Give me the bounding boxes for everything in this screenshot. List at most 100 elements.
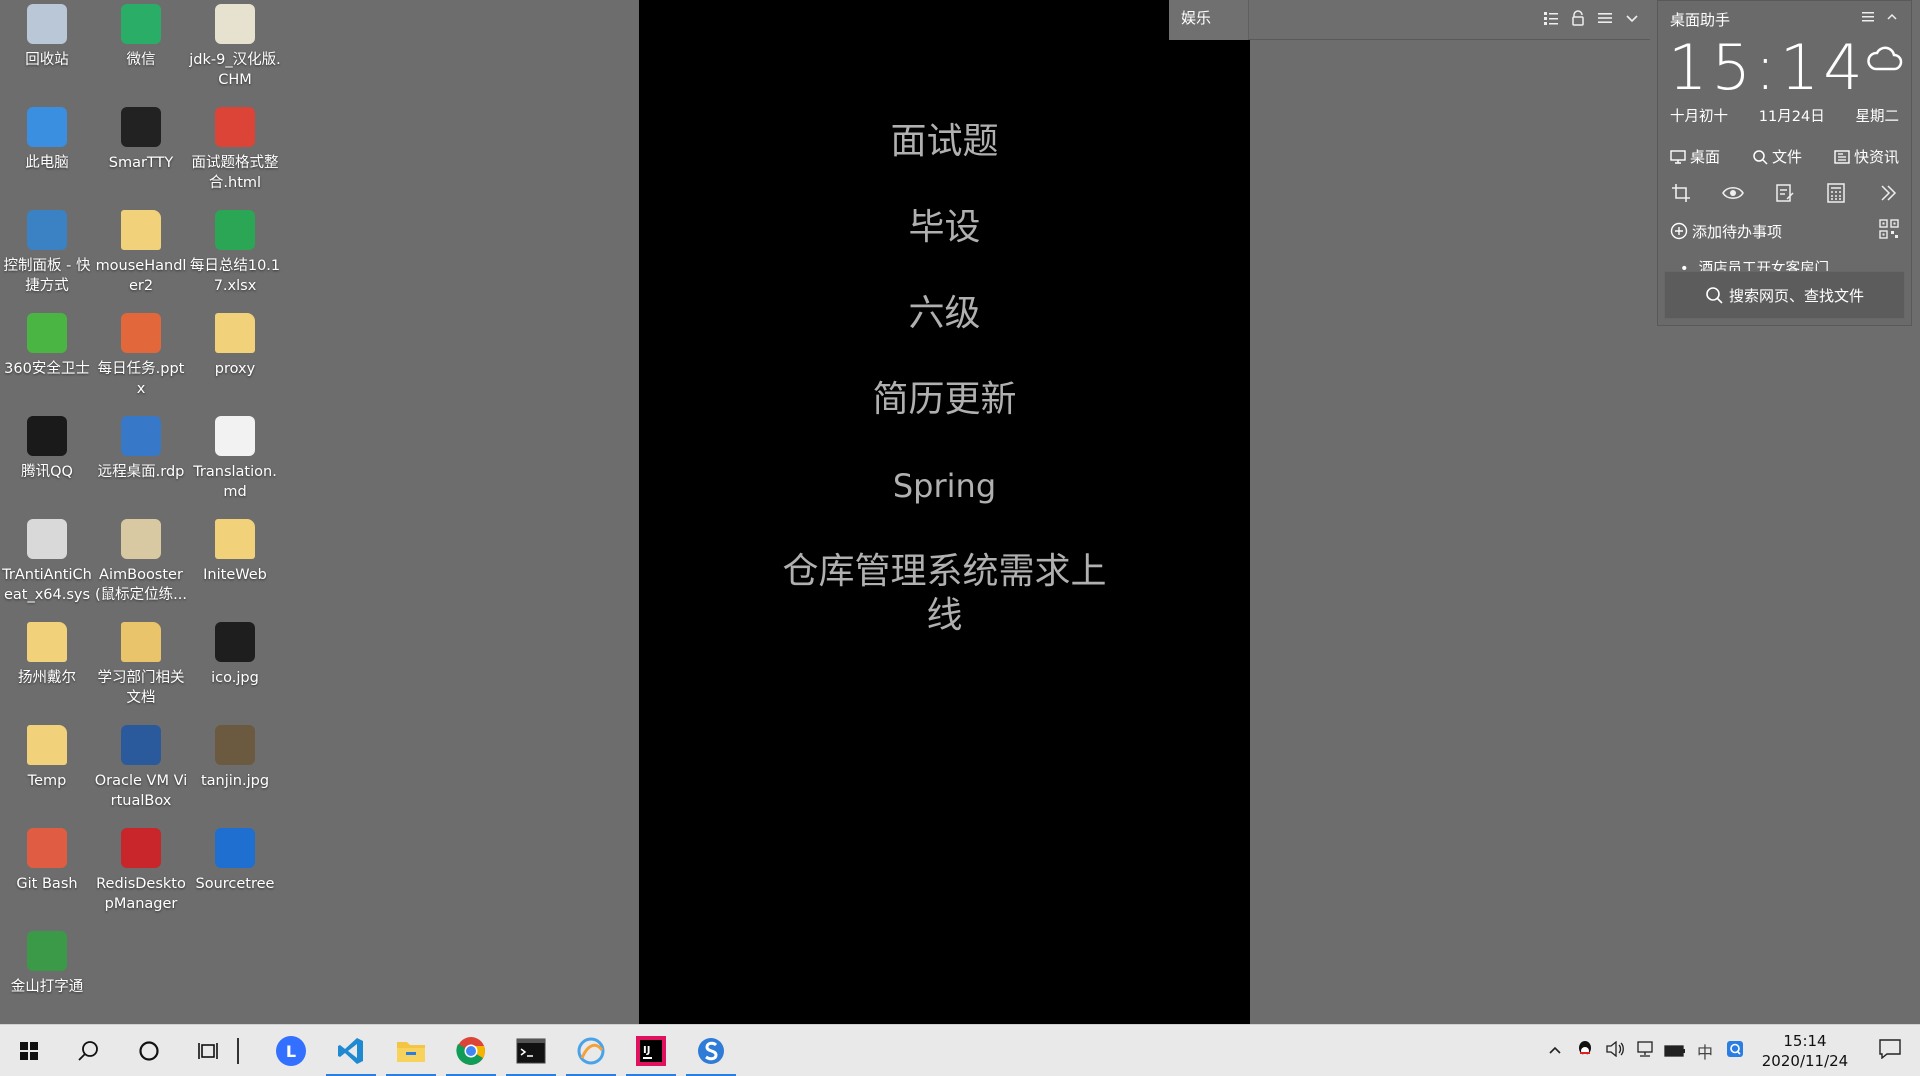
this-pc-icon (27, 107, 67, 147)
desktop-icon[interactable]: tanjin.jpg (188, 721, 282, 821)
desktop-icon[interactable]: AimBooster(鼠标定位练... (94, 515, 188, 615)
battery-icon[interactable] (1660, 1042, 1690, 1061)
app-terminal[interactable] (502, 1025, 560, 1076)
browser-icon (577, 1037, 605, 1065)
monitor-icon (1670, 149, 1686, 164)
qq-tray-icon[interactable] (1570, 1040, 1600, 1062)
app-sogou[interactable] (682, 1025, 740, 1076)
desktop-icon-label: ico.jpg (211, 670, 259, 686)
desktop-icon[interactable]: 金山打字通 (0, 927, 94, 1027)
taskbar-clock[interactable]: 15:14 2020/11/24 (1750, 1031, 1860, 1071)
menu-icon[interactable] (1861, 10, 1875, 28)
list-view-icon[interactable] (1542, 10, 1559, 27)
folder-icon (27, 725, 67, 765)
desktop-icon-label: 学习部门相关文档 (97, 670, 185, 706)
app-intellij[interactable]: IJ (622, 1025, 680, 1076)
ime-indicator[interactable]: 中 (1690, 1039, 1720, 1063)
desktop-icon-label: Git Bash (16, 876, 78, 892)
app-chrome[interactable] (442, 1025, 500, 1076)
desktop-icon[interactable]: 360安全卫士 (0, 309, 94, 409)
app-lark[interactable]: L (262, 1025, 320, 1076)
weather-cloud-icon[interactable] (1866, 43, 1903, 77)
action-center-button[interactable] (1860, 1038, 1920, 1064)
note-item[interactable]: 毕设 (775, 206, 1115, 250)
desktop-icon[interactable]: RedisDesktopManager (94, 824, 188, 924)
chevron-up-icon[interactable] (1885, 10, 1899, 28)
note-item[interactable]: 简历更新 (775, 378, 1115, 422)
add-todo-row[interactable]: 添加待办事项 (1658, 219, 1911, 243)
quick-link-files[interactable]: 文件 (1752, 146, 1802, 167)
entertainment-bar-title[interactable]: 娱乐 (1169, 0, 1249, 40)
task-view-button[interactable] (180, 1025, 238, 1076)
lock-icon[interactable] (1569, 10, 1586, 27)
image-file-icon (215, 622, 255, 662)
desktop-icon[interactable]: 微信 (94, 0, 188, 100)
desktop-icon[interactable]: 学习部门相关文档 (94, 618, 188, 718)
start-button[interactable] (0, 1025, 58, 1076)
desktop-icon[interactable]: TrAntiAntiCheat_x64.sys (0, 515, 94, 615)
network-icon[interactable] (1630, 1041, 1660, 1061)
assistant-search-box[interactable]: 搜索网页、查找文件 (1664, 271, 1905, 319)
chm-help-icon (215, 4, 255, 44)
double-chevron-right-icon[interactable] (1877, 183, 1899, 205)
desktop-icon[interactable]: 控制面板 - 快捷方式 (0, 206, 94, 306)
desktop-icon[interactable]: Translation.md (188, 412, 282, 512)
recycle-bin-icon (27, 4, 67, 44)
desktop-icon[interactable]: jdk-9_汉化版.CHM (188, 0, 282, 100)
desktop-icon-label: 扬州戴尔 (18, 670, 76, 686)
desktop-icon-label: 此电脑 (25, 155, 69, 171)
desktop-icon-label: Temp (27, 773, 67, 789)
qr-code-icon[interactable] (1879, 219, 1899, 243)
eye-icon[interactable] (1721, 183, 1744, 205)
quick-link-desktop[interactable]: 桌面 (1670, 146, 1720, 167)
quick-link-news[interactable]: 快资讯 (1834, 146, 1899, 167)
desktop-icon[interactable]: 面试题格式整合.html (188, 103, 282, 203)
svg-text:IJ: IJ (643, 1045, 650, 1056)
taskbar-time: 15:14 (1783, 1032, 1827, 1050)
volume-icon[interactable] (1600, 1040, 1630, 1061)
app-browser[interactable] (562, 1025, 620, 1076)
desktop-icon[interactable]: 此电脑 (0, 103, 94, 203)
desktop-icon[interactable]: mouseHandler2 (94, 206, 188, 306)
desktop-icon-label: 360安全卫士 (4, 361, 90, 377)
calculator-icon[interactable] (1825, 183, 1847, 205)
taskbar: L IJ 中 15:14 2020/11/24 (0, 1024, 1920, 1076)
input-method-icon[interactable] (1720, 1040, 1750, 1062)
note-item[interactable]: Spring (775, 464, 1115, 508)
desktop-icon-grid: 回收站 微信 jdk-9_汉化版.CHM 此电脑 SmarTTY 面试题格式整合.html… (0, 0, 282, 1024)
desktop-icon[interactable]: Sourcetree (188, 824, 282, 924)
crop-icon[interactable] (1670, 183, 1692, 205)
desktop-icon[interactable]: Git Bash (0, 824, 94, 924)
desktop-icon[interactable]: IniteWeb (188, 515, 282, 615)
lunar-date: 十月初十 (1670, 109, 1728, 125)
desktop-icon[interactable]: Oracle VM VirtualBox (94, 721, 188, 821)
desktop-icon[interactable]: proxy (188, 309, 282, 409)
note-item[interactable]: 仓库管理系统需求上线 (775, 550, 1115, 638)
redis-icon (121, 828, 161, 868)
desktop-icon[interactable]: 扬州戴尔 (0, 618, 94, 718)
desktop-icon[interactable]: Temp (0, 721, 94, 821)
menu-icon[interactable] (1596, 10, 1613, 27)
desktop-icon[interactable]: 回收站 (0, 0, 94, 100)
app-file-explorer[interactable] (382, 1025, 440, 1076)
folder-documents-icon (121, 622, 161, 662)
desktop-icon-label: tanjin.jpg (200, 773, 270, 789)
note-edit-icon[interactable] (1774, 183, 1796, 205)
desktop-icon[interactable]: 每日总结10.17.xlsx (188, 206, 282, 306)
windows-logo-icon (20, 1042, 38, 1060)
taskbar-date: 2020/11/24 (1761, 1052, 1849, 1070)
cortana-button[interactable] (120, 1025, 178, 1076)
chevron-down-icon[interactable] (1623, 10, 1640, 27)
note-item[interactable]: 六级 (775, 292, 1115, 336)
desktop-icon[interactable]: SmarTTY (94, 103, 188, 203)
desktop-icon[interactable]: 腾讯QQ (0, 412, 94, 512)
desktop-icon[interactable]: 远程桌面.rdp (94, 412, 188, 512)
note-item[interactable]: 面试题 (775, 120, 1115, 164)
desktop-icon[interactable]: 每日任务.pptx (94, 309, 188, 409)
search-button[interactable] (60, 1025, 118, 1076)
app-vscode[interactable] (322, 1025, 380, 1076)
chevron-up-icon[interactable] (1540, 1042, 1570, 1061)
desktop-icon[interactable]: ico.jpg (188, 618, 282, 718)
sticky-note-panel[interactable]: 面试题毕设六级简历更新 Spring 仓库管理系统需求上线 (639, 0, 1250, 1024)
entertainment-bar-tools (1542, 10, 1640, 27)
